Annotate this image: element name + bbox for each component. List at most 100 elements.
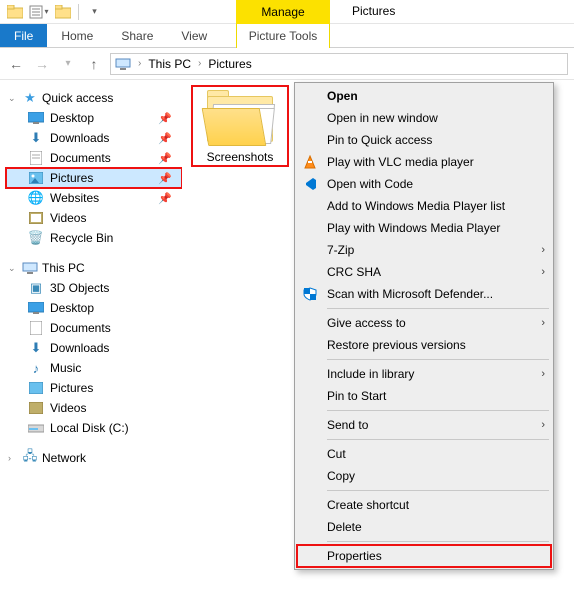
- sidebar-item-downloads2[interactable]: ⬇ Downloads: [6, 338, 182, 358]
- forward-button[interactable]: →: [32, 56, 52, 72]
- chevron-right-icon: ›: [541, 317, 545, 329]
- folder-icon: [205, 90, 275, 146]
- ctx-play-wmp[interactable]: Play with Windows Media Player: [297, 217, 551, 239]
- quick-access-group: ⌄ ★ Quick access Desktop 📌 ⬇ Downloads 📌…: [6, 88, 182, 248]
- pin-icon: 📌: [158, 132, 172, 145]
- tab-picture-tools[interactable]: Picture Tools: [236, 24, 330, 48]
- new-folder-icon[interactable]: [52, 2, 74, 22]
- contextual-header: Manage: [236, 0, 330, 24]
- sidebar-item-label: Pictures: [50, 381, 93, 395]
- sidebar-item-desktop2[interactable]: Desktop: [6, 298, 182, 318]
- network-icon: 🖧: [22, 450, 38, 466]
- ctx-delete[interactable]: Delete: [297, 516, 551, 538]
- sidebar-item-downloads[interactable]: ⬇ Downloads 📌: [6, 128, 182, 148]
- this-pc-group: ⌄ This PC ▣ 3D Objects Desktop Documents…: [6, 258, 182, 438]
- network-header[interactable]: › 🖧 Network: [6, 448, 182, 468]
- ribbon-tabs: File Home Share View Manage Picture Tool…: [0, 24, 574, 48]
- address-bar[interactable]: › This PC › Pictures: [110, 53, 568, 75]
- ctx-send-to[interactable]: Send to›: [297, 414, 551, 436]
- pictures-icon: [28, 170, 44, 186]
- sidebar-item-label: Videos: [50, 211, 86, 225]
- shield-icon: [303, 287, 321, 301]
- sidebar-item-documents2[interactable]: Documents: [6, 318, 182, 338]
- sidebar-item-videos[interactable]: Videos: [6, 208, 182, 228]
- recent-locations-button[interactable]: ▾: [58, 58, 78, 69]
- sidebar-item-label: Downloads: [50, 341, 109, 355]
- network-group: › 🖧 Network: [6, 448, 182, 468]
- quick-access-header[interactable]: ⌄ ★ Quick access: [6, 88, 182, 108]
- pin-icon: 📌: [158, 172, 172, 185]
- pin-icon: 📌: [158, 192, 172, 205]
- expand-icon[interactable]: ⌄: [8, 93, 18, 104]
- ctx-pin-quick-access[interactable]: Pin to Quick access: [297, 129, 551, 151]
- separator: [327, 308, 549, 309]
- sidebar-item-recyclebin[interactable]: 🗑️ Recycle Bin: [6, 228, 182, 248]
- separator: [327, 410, 549, 411]
- desktop-icon: [28, 110, 44, 126]
- customize-qat-icon[interactable]: ▾: [83, 2, 105, 22]
- address-bar-row: ← → ▾ ↑ › This PC › Pictures: [0, 48, 574, 80]
- sidebar-item-3dobjects[interactable]: ▣ 3D Objects: [6, 278, 182, 298]
- music-icon: ♪: [28, 360, 44, 376]
- properties-icon[interactable]: ▾: [28, 2, 50, 22]
- ctx-copy[interactable]: Copy: [297, 465, 551, 487]
- breadcrumb-thispc[interactable]: This PC: [148, 57, 191, 71]
- chevron-right-icon[interactable]: ›: [198, 58, 201, 69]
- expand-icon[interactable]: ⌄: [8, 263, 18, 274]
- downloads-icon: ⬇: [28, 340, 44, 356]
- sidebar-item-label: Downloads: [50, 131, 109, 145]
- ctx-add-wmp-list[interactable]: Add to Windows Media Player list: [297, 195, 551, 217]
- globe-icon: 🌐: [28, 190, 44, 206]
- file-tab[interactable]: File: [0, 24, 47, 47]
- ctx-include-in-library[interactable]: Include in library›: [297, 363, 551, 385]
- sidebar-item-pictures2[interactable]: Pictures: [6, 378, 182, 398]
- sidebar-item-documents[interactable]: Documents 📌: [6, 148, 182, 168]
- ctx-open[interactable]: Open: [297, 85, 551, 107]
- up-button[interactable]: ↑: [84, 56, 104, 72]
- content-pane[interactable]: Screenshots Open Open in new window Pin …: [182, 80, 574, 606]
- sidebar-item-pictures[interactable]: Pictures 📌: [6, 168, 182, 188]
- tab-view[interactable]: View: [167, 24, 221, 47]
- tab-share[interactable]: Share: [107, 24, 167, 47]
- pin-icon: 📌: [158, 152, 172, 165]
- ctx-crc-sha[interactable]: CRC SHA›: [297, 261, 551, 283]
- back-button[interactable]: ←: [6, 56, 26, 72]
- ctx-pin-to-start[interactable]: Pin to Start: [297, 385, 551, 407]
- context-menu: Open Open in new window Pin to Quick acc…: [294, 82, 554, 570]
- expand-icon[interactable]: ›: [8, 453, 18, 463]
- folder-icon[interactable]: [4, 2, 26, 22]
- ctx-cut[interactable]: Cut: [297, 443, 551, 465]
- separator: [327, 490, 549, 491]
- ctx-create-shortcut[interactable]: Create shortcut: [297, 494, 551, 516]
- sidebar-item-desktop[interactable]: Desktop 📌: [6, 108, 182, 128]
- sidebar-item-videos2[interactable]: Videos: [6, 398, 182, 418]
- ctx-open-new-window[interactable]: Open in new window: [297, 107, 551, 129]
- navigation-pane: ⌄ ★ Quick access Desktop 📌 ⬇ Downloads 📌…: [0, 80, 182, 606]
- ctx-give-access-to[interactable]: Give access to›: [297, 312, 551, 334]
- folder-screenshots[interactable]: Screenshots: [192, 86, 288, 166]
- separator: [327, 439, 549, 440]
- network-label: Network: [42, 451, 86, 465]
- sidebar-item-localdisk[interactable]: Local Disk (C:): [6, 418, 182, 438]
- ctx-defender-scan[interactable]: Scan with Microsoft Defender...: [297, 283, 551, 305]
- window-title: Pictures: [352, 4, 395, 18]
- recyclebin-icon: 🗑️: [28, 230, 44, 246]
- contextual-tab-group: Manage Picture Tools: [236, 0, 330, 48]
- sidebar-item-websites[interactable]: 🌐 Websites 📌: [6, 188, 182, 208]
- quick-access-label: Quick access: [42, 91, 113, 105]
- ctx-7zip[interactable]: 7-Zip›: [297, 239, 551, 261]
- chevron-right-icon[interactable]: ›: [138, 58, 141, 69]
- star-icon: ★: [22, 90, 38, 106]
- pin-icon: 📌: [158, 112, 172, 125]
- sidebar-item-music[interactable]: ♪ Music: [6, 358, 182, 378]
- ctx-open-with-code[interactable]: Open with Code: [297, 173, 551, 195]
- sidebar-item-label: Videos: [50, 401, 86, 415]
- ctx-properties[interactable]: Properties: [297, 545, 551, 567]
- breadcrumb-pictures[interactable]: Pictures: [208, 57, 251, 71]
- ctx-play-vlc[interactable]: Play with VLC media player: [297, 151, 551, 173]
- ctx-restore-versions[interactable]: Restore previous versions: [297, 334, 551, 356]
- tab-home[interactable]: Home: [47, 24, 107, 47]
- videos-icon: [28, 400, 44, 416]
- pictures-icon: [28, 380, 44, 396]
- this-pc-header[interactable]: ⌄ This PC: [6, 258, 182, 278]
